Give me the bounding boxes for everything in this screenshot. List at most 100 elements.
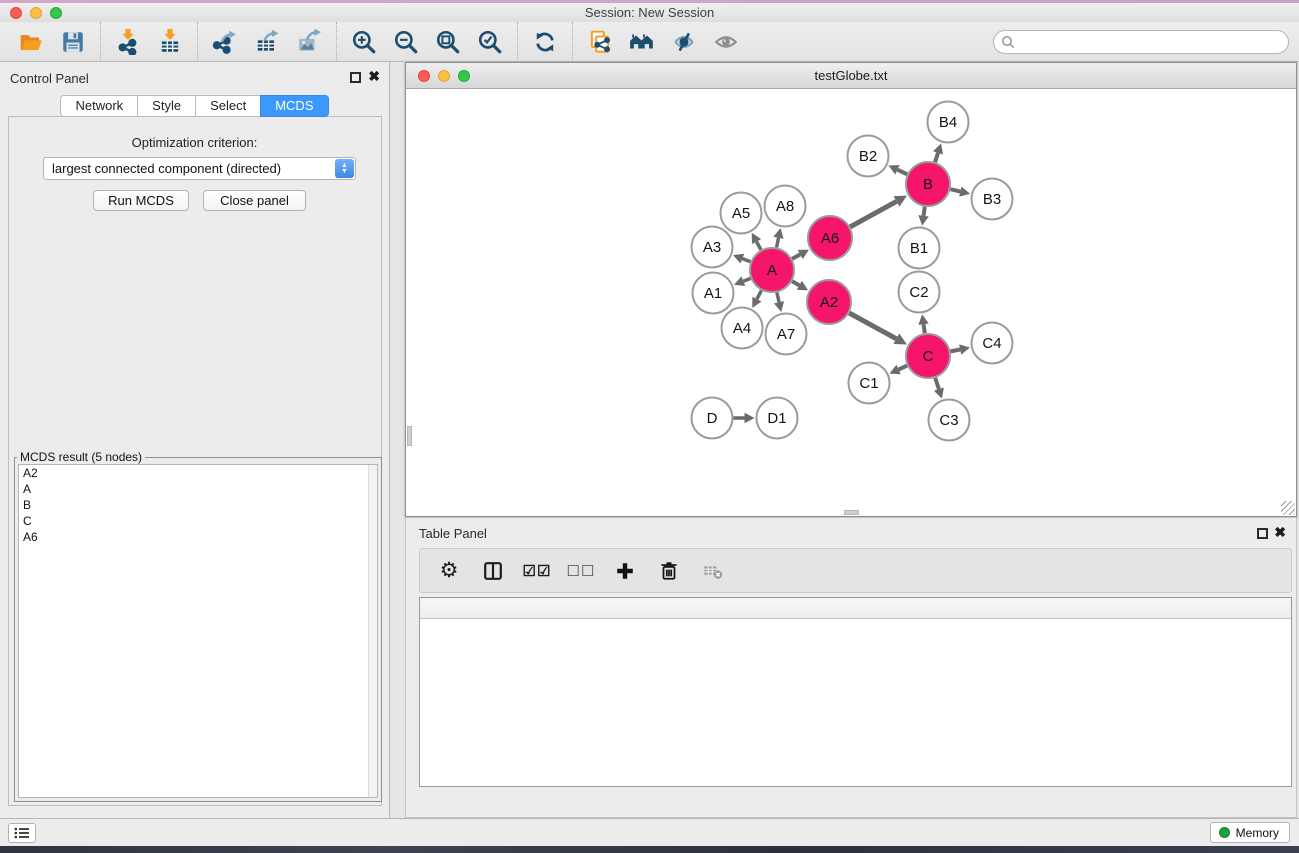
zoom-out-button[interactable]	[385, 25, 427, 59]
eye-icon	[713, 29, 739, 55]
zoom-fit-button[interactable]	[427, 25, 469, 59]
mcds-result-item[interactable]: A2	[19, 465, 377, 481]
copy-network-button[interactable]	[579, 25, 621, 59]
mcds-result-item[interactable]: A6	[19, 529, 377, 545]
graph-edge-C-C4[interactable]	[951, 350, 961, 352]
import-table-icon	[157, 29, 183, 55]
resize-grip[interactable]	[1281, 501, 1295, 515]
edge-arrowhead	[773, 228, 783, 239]
tab-mcds[interactable]: MCDS	[260, 95, 328, 117]
export-network-button[interactable]	[204, 25, 246, 59]
tab-select[interactable]: Select	[195, 95, 260, 117]
graph-edge-C-C2[interactable]	[924, 324, 925, 333]
control-panel-tabs: NetworkStyleSelectMCDS	[0, 95, 389, 117]
mcds-result-item[interactable]: C	[19, 513, 377, 529]
memory-status-icon	[1219, 827, 1230, 838]
search-input[interactable]	[993, 30, 1289, 54]
plus-button[interactable]	[610, 556, 640, 586]
refresh-button[interactable]	[524, 25, 566, 59]
graph-edge-A2-C[interactable]	[849, 313, 896, 339]
graph-node-label: A8	[776, 198, 794, 215]
graph-edge-A-A4[interactable]	[757, 290, 762, 299]
mcds-result-list: A2ABCA6	[18, 464, 378, 798]
horizontal-scroll-thumb[interactable]	[844, 510, 859, 515]
table-panel: Table Panel ✖ ⚙☑☑☐☐	[405, 517, 1297, 818]
graph-edge-C-C1[interactable]	[899, 366, 908, 370]
graph-edge-A-A1[interactable]	[743, 278, 750, 281]
graph-edge-A-A5[interactable]	[757, 242, 762, 250]
criterion-dropdown[interactable]: largest connected component (directed) ▲…	[43, 157, 356, 180]
split-columns-button[interactable]	[478, 556, 508, 586]
uncheck-pair-icon: ☐☐	[567, 562, 596, 580]
table-float-panel-icon[interactable]	[1257, 528, 1268, 539]
run-mcds-button[interactable]: Run MCDS	[93, 190, 189, 211]
memory-button[interactable]: Memory	[1210, 822, 1290, 843]
homes-button[interactable]	[621, 25, 663, 59]
gear-button[interactable]: ⚙	[434, 556, 464, 586]
zoom-selected-button[interactable]	[469, 25, 511, 59]
graph-edge-B-B4[interactable]	[935, 153, 938, 162]
graph-edge-B-B3[interactable]	[950, 189, 960, 191]
graph-edge-B-B1[interactable]	[924, 207, 925, 216]
edge-arrowhead	[934, 388, 944, 399]
open-folder-button[interactable]	[10, 25, 52, 59]
mcds-result-item[interactable]: A	[19, 481, 377, 497]
network-canvas[interactable]: B4B2BB3A5A8A6A3B1AA1C2A2A4A7C4CC1C3DD1	[406, 89, 1296, 516]
hide-eye-button[interactable]	[663, 25, 705, 59]
zoom-fit-icon	[435, 29, 461, 55]
graph-node-label: A1	[704, 285, 722, 302]
graph-edge-A-A3[interactable]	[742, 259, 750, 262]
mcds-list-scrollbar[interactable]	[368, 465, 377, 797]
optimization-criterion-label: Optimization criterion:	[0, 135, 389, 150]
table-header-row	[420, 598, 1291, 619]
graph-edge-C-C3[interactable]	[935, 378, 939, 389]
graph-edge-A6-B[interactable]	[850, 201, 896, 227]
graph-node-label: B3	[983, 191, 1001, 208]
export-image-button[interactable]	[288, 25, 330, 59]
network-desktop: testGlobe.txt B4B2BB3A5A8A6A3B1AA1C2A2A4…	[390, 62, 1299, 818]
mcds-result-item[interactable]: B	[19, 497, 377, 513]
graph-node-label: D	[707, 410, 718, 427]
graph-node-label: C3	[939, 412, 958, 429]
tab-network[interactable]: Network	[60, 95, 137, 117]
vertical-scroll-thumb[interactable]	[407, 426, 412, 446]
close-panel-button[interactable]: Close panel	[203, 190, 306, 211]
save-button[interactable]	[52, 25, 94, 59]
import-network-button[interactable]	[107, 25, 149, 59]
trash-button[interactable]	[654, 556, 684, 586]
import-network-icon	[115, 29, 141, 55]
graph-edge-A-A2[interactable]	[792, 281, 799, 285]
edge-arrowhead	[933, 143, 943, 154]
trash-icon	[658, 560, 680, 582]
graph-node-label: D1	[767, 410, 786, 427]
graph-node-label: A2	[820, 294, 838, 311]
network-window-titlebar: testGlobe.txt	[406, 63, 1296, 89]
graph-edge-A-A7[interactable]	[777, 293, 779, 303]
import-table-button[interactable]	[149, 25, 191, 59]
float-panel-icon[interactable]	[350, 72, 361, 83]
close-panel-icon[interactable]: ✖	[368, 69, 380, 83]
network-view-window: testGlobe.txt B4B2BB3A5A8A6A3B1AA1C2A2A4…	[405, 62, 1297, 517]
tab-style[interactable]: Style	[137, 95, 195, 117]
control-panel-title: Control Panel	[10, 71, 89, 86]
delete-table-button[interactable]	[698, 556, 728, 586]
export-table-button[interactable]	[246, 25, 288, 59]
eye-button[interactable]	[705, 25, 747, 59]
zoom-in-button[interactable]	[343, 25, 385, 59]
network-window-title: testGlobe.txt	[406, 68, 1296, 83]
table-close-panel-icon[interactable]: ✖	[1274, 525, 1286, 539]
graph-node-label: C4	[982, 335, 1001, 352]
graph-edge-B-B2[interactable]	[898, 170, 908, 175]
app-titlebar: Session: New Session	[0, 3, 1299, 22]
graph-edge-A-A8[interactable]	[777, 238, 779, 248]
mcds-result-legend: MCDS result (5 nodes)	[17, 450, 145, 464]
task-history-button[interactable]	[8, 823, 36, 843]
copy-network-icon	[587, 29, 613, 55]
list-icon	[14, 826, 30, 840]
check-pair-button[interactable]: ☑☑	[522, 556, 552, 586]
uncheck-pair-button[interactable]: ☐☐	[566, 556, 596, 586]
search-icon	[1001, 35, 1015, 49]
graph-edge-A-A6[interactable]	[792, 254, 800, 259]
graph-node-label: A5	[732, 205, 750, 222]
desktop-background	[0, 846, 1299, 853]
